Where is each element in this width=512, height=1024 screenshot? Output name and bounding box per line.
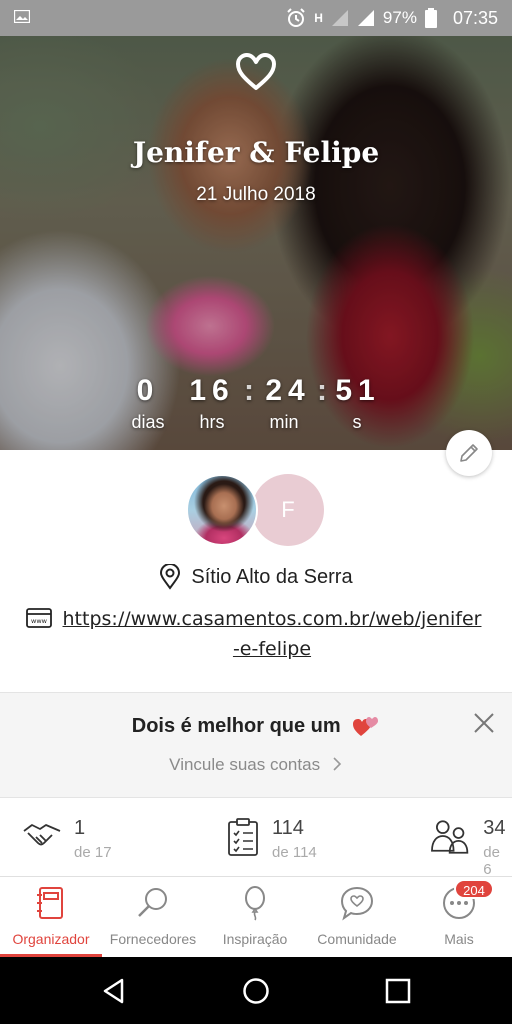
countdown-minutes-label: min — [269, 412, 299, 432]
two-hearts-icon — [353, 716, 379, 736]
bottom-nav: Organizador Fornecedores Inspiração Comu… — [0, 877, 512, 957]
nav-item-inspiracao[interactable]: Inspiração — [204, 877, 306, 957]
countdown-separator: : — [244, 374, 254, 407]
home-icon[interactable] — [242, 977, 270, 1005]
heart-icon — [236, 53, 276, 90]
nav-item-fornecedores[interactable]: Fornecedores — [102, 877, 204, 957]
website-link[interactable]: https://www.casamentos.com.br/web/jenife… — [62, 604, 482, 664]
guests-icon — [431, 820, 469, 854]
countdown-seconds-label: s — [352, 412, 362, 432]
status-bar: H 97% 07:35 — [0, 0, 512, 36]
nav-label: Organizador — [12, 931, 90, 947]
battery-percent: 97% — [382, 8, 417, 27]
countdown-minutes: 24 — [265, 374, 311, 407]
stat-total: de 114 — [272, 844, 317, 861]
stats-row: 1 de 17 114 de 114 34 de 6 — [0, 799, 512, 877]
chat-heart-icon — [340, 886, 374, 921]
stat-guests[interactable]: 34 de 6 — [430, 817, 512, 877]
link-accounts-button[interactable]: Vincule suas contas — [0, 755, 512, 775]
system-nav-bar — [0, 957, 512, 1024]
couple-avatars: F — [186, 474, 326, 546]
nav-label: Inspiração — [222, 931, 288, 947]
edit-button[interactable] — [446, 430, 492, 476]
link-accounts-label: Vincule suas contas — [169, 755, 321, 774]
stat-value: 34 — [483, 817, 506, 839]
countdown-seconds: 51 — [335, 374, 381, 407]
network-type: H — [314, 11, 323, 25]
gallery-icon — [14, 10, 30, 23]
back-icon[interactable] — [100, 977, 128, 1005]
stat-value: 114 — [272, 817, 304, 839]
countdown-hours-label: hrs — [199, 412, 225, 432]
clock: 07:35 — [452, 7, 498, 28]
location-pin-icon — [160, 564, 181, 590]
pencil-icon — [460, 444, 478, 462]
stat-total: de 6 — [483, 844, 500, 877]
avatar-letter: F — [281, 497, 295, 522]
notification-badge: 204 — [454, 879, 494, 899]
banner-title-row: Dois é melhor que um — [0, 715, 512, 738]
nav-item-mais[interactable]: 204 Mais — [408, 877, 510, 957]
countdown-days: 0 — [136, 374, 160, 407]
chevron-right-icon — [333, 757, 341, 771]
balloon-icon — [245, 886, 265, 921]
close-icon[interactable] — [472, 711, 496, 735]
countdown-separator: : — [317, 374, 327, 407]
recents-icon[interactable] — [384, 977, 412, 1005]
banner-title: Dois é melhor que um — [131, 715, 341, 737]
countdown-hours: 16 — [189, 374, 235, 407]
countdown-days-label: dias — [131, 412, 165, 432]
planner-icon — [37, 887, 63, 919]
wedding-date: 21 Julho 2018 — [196, 184, 316, 205]
stat-value: 1 — [74, 817, 86, 839]
nav-label: Mais — [444, 931, 474, 947]
checklist-icon — [228, 818, 258, 856]
couple-names: Jenifer & Felipe — [132, 136, 380, 169]
avatar-photo[interactable] — [186, 474, 258, 546]
venue: Sítio Alto da Serra — [0, 564, 512, 590]
battery-icon — [424, 8, 437, 28]
signal-icon-2 — [357, 10, 374, 26]
web-icon: www — [26, 608, 52, 628]
website-link-row: www https://www.casamentos.com.br/web/je… — [26, 604, 496, 664]
nav-label: Comunidade — [317, 931, 397, 947]
nav-item-comunidade[interactable]: Comunidade — [306, 877, 408, 957]
nav-item-organizador[interactable]: Organizador — [0, 877, 102, 957]
avatar-placeholder[interactable]: F — [252, 474, 324, 546]
cover-photo: Jenifer & Felipe 21 Julho 2018 0 dias 16… — [0, 36, 512, 450]
signal-icon — [331, 10, 348, 26]
search-icon — [138, 888, 167, 917]
venue-name: Sítio Alto da Serra — [191, 565, 353, 588]
svg-text:www: www — [31, 617, 48, 625]
stat-tasks[interactable]: 114 de 114 — [226, 817, 317, 861]
handshake-icon — [23, 824, 61, 846]
alarm-icon — [287, 8, 305, 27]
stat-total: de 17 — [74, 844, 112, 861]
stat-vendors[interactable]: 1 de 17 — [22, 817, 112, 861]
link-accounts-banner: Dois é melhor que um Vincule suas contas — [0, 692, 512, 798]
countdown: 0 dias 16 hrs : 24 min : 51 s — [0, 370, 512, 440]
nav-label: Fornecedores — [109, 931, 197, 947]
